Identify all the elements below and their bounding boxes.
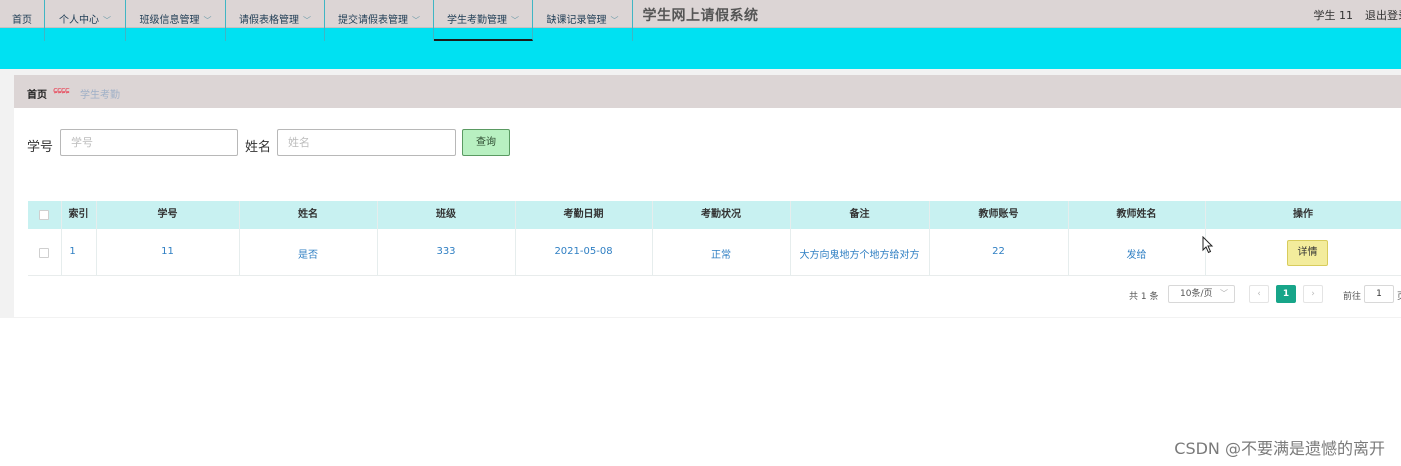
- column-divider: [61, 201, 62, 276]
- detail-button[interactable]: 详情: [1287, 240, 1328, 266]
- nav-item-home[interactable]: 首页: [0, 0, 45, 41]
- column-header-class: 班级: [436, 209, 456, 220]
- chevron-down-icon: ﹀: [103, 16, 111, 25]
- cell-remark: 大方向鬼地方个地方给对方: [799, 250, 920, 261]
- column-header-date: 考勤日期: [563, 209, 604, 220]
- pagination-total: 共 1 条: [1129, 292, 1159, 302]
- cell-teacher-account: 22: [992, 246, 1005, 257]
- nav-item-submit-leave[interactable]: 提交请假表管理 ﹀: [325, 0, 434, 41]
- goto-suffix: 页: [1397, 289, 1401, 302]
- nav-item-leave-form[interactable]: 请假表格管理 ﹀: [226, 0, 325, 41]
- column-header-status: 考勤状况: [701, 209, 741, 220]
- column-divider: [377, 201, 378, 276]
- goto-page-input[interactable]: 1: [1364, 285, 1394, 303]
- column-header-action: 操作: [1293, 209, 1313, 220]
- student-id-label: 学号: [27, 140, 54, 155]
- prev-page-button[interactable]: ‹: [1249, 285, 1269, 303]
- column-divider: [515, 201, 516, 276]
- cell-index: 1: [69, 246, 76, 257]
- column-divider: [1068, 201, 1069, 276]
- chevron-down-icon: ﹀: [203, 16, 212, 25]
- cell-date: 2021-05-08: [554, 246, 613, 257]
- nav-item-attendance[interactable]: 学生考勤管理 ﹀: [434, 0, 533, 41]
- nav-item-label: 缺课记录管理: [546, 15, 607, 26]
- chevron-left-icon: ‹: [1257, 289, 1261, 299]
- chevron-down-icon: ﹀: [303, 16, 311, 25]
- logout-link[interactable]: 退出登录: [1365, 7, 1401, 23]
- chevron-down-icon: ﹀: [610, 16, 619, 25]
- name-input[interactable]: [277, 129, 456, 156]
- column-divider: [652, 201, 653, 276]
- chevron-down-icon: ﹀: [1220, 289, 1228, 298]
- watermark: CSDN @不要满是遗憾的离开: [1174, 439, 1385, 458]
- breadcrumb-current: 学生考勤: [80, 90, 120, 101]
- nav-item-absence-records[interactable]: 缺课记录管理 ﹀: [533, 0, 633, 41]
- column-divider: [929, 201, 930, 276]
- nav-item-personal-center[interactable]: 个人中心 ﹀: [45, 0, 126, 41]
- nav-item-class-info[interactable]: 班级信息管理 ﹀: [126, 0, 226, 41]
- chevron-right-icon: ›: [1311, 289, 1315, 299]
- page-size-select[interactable]: 10条/页 ﹀: [1168, 285, 1235, 303]
- cell-status: 正常: [711, 250, 731, 261]
- nav-item-label: 学生考勤管理: [447, 15, 507, 26]
- column-header-teacher-account: 教师账号: [978, 209, 1019, 220]
- cell-student-id: 11: [161, 246, 174, 257]
- goto-label: 前往: [1343, 292, 1362, 302]
- nav-item-label: 个人中心: [59, 15, 99, 26]
- chevron-down-icon: ﹀: [511, 16, 519, 25]
- breadcrumb-home[interactable]: 首页: [27, 86, 47, 101]
- column-header-index: 索引: [68, 209, 89, 220]
- column-header-remark: 备注: [849, 209, 870, 220]
- cell-teacher-name: 发给: [1126, 250, 1147, 261]
- mouse-pointer-icon: [1202, 236, 1214, 254]
- column-header-student-id: 学号: [157, 209, 178, 220]
- cell-class: 333: [436, 246, 456, 257]
- nav-item-label: 班级信息管理: [139, 15, 200, 26]
- row-checkbox[interactable]: [39, 248, 49, 258]
- content-panel: [14, 75, 1401, 317]
- query-button[interactable]: 查询: [462, 129, 510, 156]
- column-header-teacher-name: 教师姓名: [1116, 209, 1157, 220]
- next-page-button[interactable]: ›: [1303, 285, 1323, 303]
- nav-item-label: 首页: [12, 15, 32, 26]
- nav-item-label: 提交请假表管理: [338, 15, 408, 26]
- column-divider: [239, 201, 240, 276]
- student-id-input[interactable]: [60, 129, 238, 156]
- select-all-checkbox[interactable]: [39, 210, 49, 220]
- breadcrumb-separator: ɕɕɕɕ: [53, 86, 70, 96]
- current-user: 学生 11: [1313, 9, 1354, 22]
- nav-item-label: 请假表格管理: [239, 15, 299, 26]
- breadcrumb: [14, 75, 1401, 108]
- cell-name: 是否: [298, 250, 318, 261]
- name-label: 姓名: [245, 140, 272, 155]
- chevron-down-icon: ﹀: [412, 16, 420, 25]
- page-size-value: 10条/页: [1180, 289, 1213, 299]
- column-divider: [790, 201, 791, 276]
- column-header-name: 姓名: [298, 209, 318, 220]
- page-button-current[interactable]: 1: [1276, 285, 1296, 303]
- column-divider: [96, 201, 97, 276]
